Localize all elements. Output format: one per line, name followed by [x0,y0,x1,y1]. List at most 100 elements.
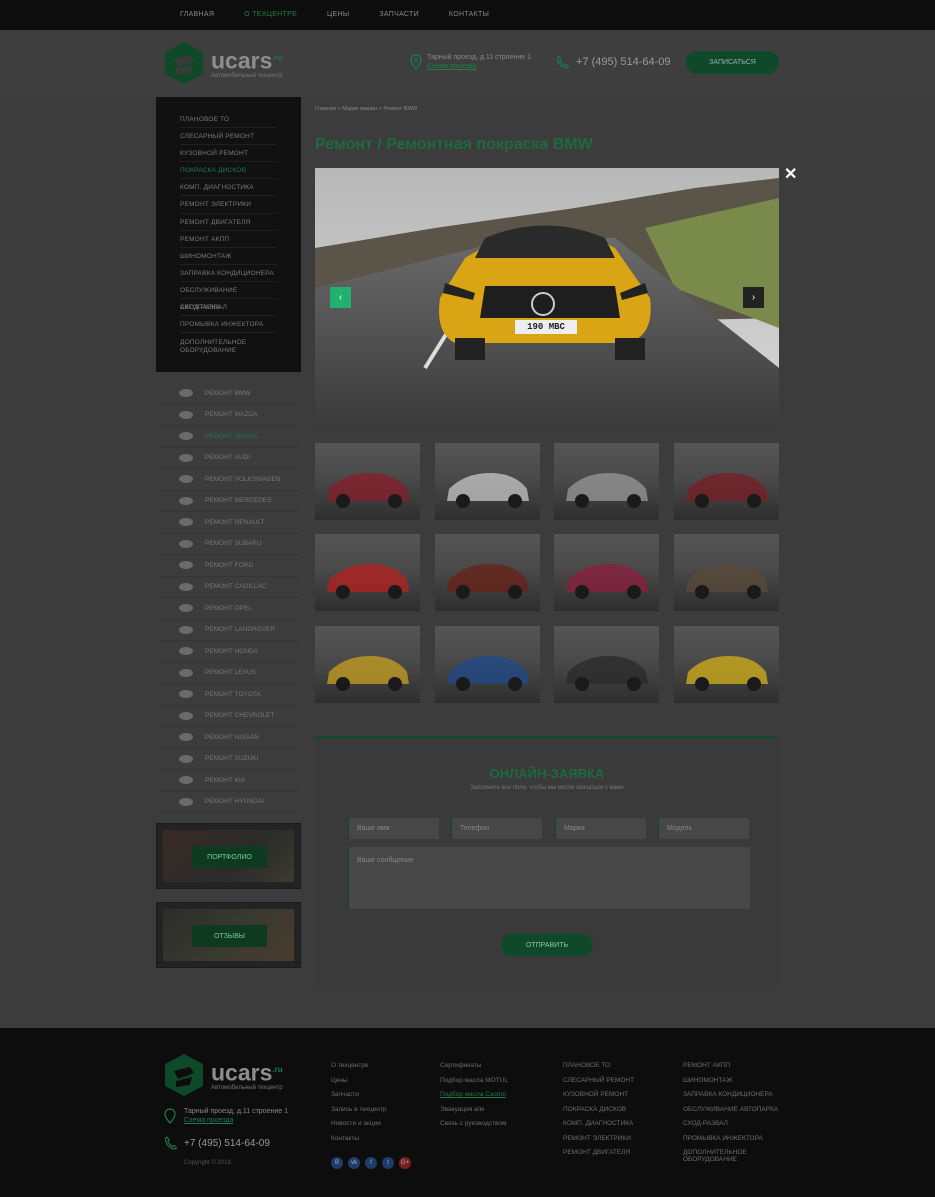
footer-link[interactable]: РЕМОНТ АКПП [683,1062,788,1077]
brand-item[interactable]: РЕМОНТ SUBARU [160,534,301,555]
footer-link[interactable]: ПРОМЫВКА ИНЖЕКТОРА [683,1135,788,1150]
gallery-thumbnail[interactable] [554,534,659,611]
gallery-thumbnail[interactable] [435,626,540,703]
footer-link[interactable]: О техцентре [331,1062,386,1077]
footer-link[interactable]: РЕМОНТ ДВИГАТЕЛЯ [563,1149,634,1164]
service-menu-item[interactable]: ШИНОМОНТАЖ [180,248,277,265]
footer-link[interactable]: Эвакуация а/м [440,1106,508,1121]
phone-field[interactable]: Телефон [451,818,542,839]
topnav-item[interactable]: ЗАПЧАСТИ [379,11,419,18]
footer-link[interactable]: ОБСЛУЖИВАНИЕ АВТОПАРКА [683,1106,788,1121]
footer-link[interactable]: СХОД-РАЗВАЛ [683,1120,788,1135]
breadcrumb-home[interactable]: Главная [315,106,336,112]
service-menu-item[interactable]: ПРОМЫВКА ИНЖЕКТОРА [180,316,277,334]
footer-link[interactable]: КОМП. ДИАГНОСТИКА [563,1120,634,1135]
footer-route-link[interactable]: Схема проезда [184,1117,288,1124]
footer-link[interactable]: ШИНОМОНТАЖ [683,1077,788,1092]
brand-item[interactable]: РЕМОНТ KIA [160,770,301,792]
footer-link[interactable]: Связь с руководством [440,1120,508,1135]
footer-link[interactable]: Сертификаты [440,1062,508,1077]
footer-link[interactable]: ЗАПРАВКА КОНДИЦИОНЕРА [683,1091,788,1106]
service-menu-item[interactable]: ДОПОЛНИТЕЛЬНОЕ ОБОРУДОВАНИЕ [180,333,277,360]
service-menu-item[interactable]: ЗАПРАВКА КОНДИЦИОНЕРА [180,265,277,282]
topnav-item[interactable]: ЦЕНЫ [327,11,349,18]
brand-item[interactable]: РЕМОНТ AUDI [160,448,301,469]
brand-item[interactable]: РЕМОНТ VOLKSWAGEN [160,469,301,491]
gallery-thumbnail[interactable] [315,443,420,520]
gallery-thumbnail[interactable] [674,443,779,520]
brand-item[interactable]: РЕМОНТ OPEL [160,598,301,620]
brand-item[interactable]: РЕМОНТ LEXUS [160,663,301,684]
brand-item[interactable]: РЕМОНТ HYUNDAI [160,792,301,813]
topnav-item[interactable]: КОНТАКТЫ [449,11,489,18]
brand-item[interactable]: РЕМОНТ MAZDA [160,405,301,426]
model-field[interactable]: Модель [658,818,749,839]
footer-link[interactable]: КУЗОВНОЙ РЕМОНТ [563,1091,634,1106]
service-menu-item[interactable]: КОМП. ДИАГНОСТИКА [180,179,277,197]
gallery-thumbnail[interactable] [435,534,540,611]
brand-item[interactable]: РЕМОНТ LANDROVER [160,620,301,641]
portfolio-banner[interactable]: ПОРТФОЛИО [156,823,301,889]
footer-link[interactable]: Запись в техцентр [331,1106,386,1121]
breadcrumb-brands[interactable]: Марки машин [342,106,377,112]
footer-link[interactable]: Подбор масла MOTUL [440,1077,508,1092]
topnav-item[interactable]: ГЛАВНАЯ [180,11,214,18]
brand-item[interactable]: РЕМОНТ NISSAN [160,727,301,749]
service-menu-item[interactable]: ОБСЛУЖИВАНИЕ АВТОПАРКА [180,282,277,311]
footer-link[interactable]: Запчасти [331,1091,386,1106]
social-icon[interactable]: vk [348,1157,360,1169]
footer-link[interactable]: Подбор масла Castrol [440,1091,508,1106]
footer-link[interactable]: ПЛАНОВОЕ ТО [563,1062,634,1077]
service-menu-item[interactable]: РЕМОНТ ДВИГАТЕЛЯ [180,214,277,231]
footer-link[interactable]: РЕМОНТ ЭЛЕКТРИКИ [563,1135,634,1150]
brand-item[interactable]: РЕМОНТ TOYOTA [160,684,301,706]
footer-link[interactable]: Новости и акции [331,1120,386,1135]
footer-link[interactable]: Цены [331,1077,386,1092]
signup-button[interactable]: ЗАПИСАТЬСЯ [686,51,779,74]
reviews-banner[interactable]: ОТЗЫВЫ [156,902,301,968]
footer-link[interactable]: СЛЕСАРНЫЙ РЕМОНТ [563,1077,634,1092]
brand-item[interactable]: РЕМОНТ BMW [160,383,301,405]
brand-item[interactable]: РЕМОНТ HONDA [160,641,301,663]
gallery-thumbnail[interactable] [315,626,420,703]
name-field[interactable]: Ваше имя [348,818,439,839]
header-phone[interactable]: +7 (495) 514-64-09 [556,55,670,69]
service-menu-item[interactable]: СЛЕСАРНЫЙ РЕМОНТ [180,128,277,146]
message-field[interactable]: Ваше сообщение [348,847,750,909]
footer-phone[interactable]: +7 (495) 514-64-09 [164,1136,270,1150]
brand-item[interactable]: РЕМОНТ SUZUKI [160,749,301,770]
submit-button[interactable]: ОТПРАВИТЬ [501,934,593,956]
brand-field[interactable]: Марка [555,818,646,839]
social-icon[interactable]: f [365,1157,377,1169]
service-menu-item[interactable]: ПОКРАСКА ДИСКОВ [180,162,277,180]
service-menu-item[interactable]: РЕМОНТ ЭЛЕКТРИКИ [180,196,277,214]
footer-logo[interactable]: ucars.ru Автомобильный техцентр [164,1053,283,1097]
gallery-thumbnail[interactable] [554,626,659,703]
brand-item[interactable]: РЕМОНТ FORD [160,555,301,577]
chevron-left-icon[interactable]: ‹ [330,287,351,308]
gallery-thumbnail[interactable] [435,443,540,520]
gallery-thumbnail[interactable] [674,626,779,703]
route-link[interactable]: Схема проезда [427,63,531,70]
gallery-thumbnail[interactable] [674,534,779,611]
footer-link[interactable]: ПОКРАСКА ДИСКОВ [563,1106,634,1121]
gallery-thumbnail[interactable] [315,534,420,611]
service-menu-item[interactable]: РЕМОНТ АКПП [180,231,277,248]
brand-item[interactable]: РЕМОНТ RENAULT [160,512,301,534]
brand-item[interactable]: РЕМОНТ MERCEDES [160,491,301,512]
gallery-thumbnail[interactable] [554,443,659,520]
chevron-right-icon[interactable]: › [743,287,764,308]
footer-link[interactable]: Контакты [331,1135,386,1150]
close-icon[interactable]: ✕ [784,164,797,184]
logo[interactable]: ucars.ru Автомобильный техцентр [164,41,283,85]
brand-item[interactable]: РЕМОНТ SKODA [160,426,301,448]
service-menu-item[interactable]: СХОД-РАЗВАЛ [180,299,277,317]
social-icon[interactable]: t [382,1157,394,1169]
social-icon[interactable]: В [331,1157,343,1169]
service-menu-item[interactable]: КУЗОВНОЙ РЕМОНТ [180,145,277,163]
topnav-item[interactable]: О ТЕХЦЕНТРЕ [244,11,297,18]
brand-item[interactable]: РЕМОНТ CHEVROLET [160,706,301,727]
service-menu-item[interactable]: ПЛАНОВОЕ ТО [180,111,277,129]
brand-item[interactable]: РЕМОНТ CADILLAC [160,577,301,598]
footer-link[interactable]: ДОПОЛНИТЕЛЬНОЕ ОБОРУДОВАНИЕ [683,1149,788,1164]
